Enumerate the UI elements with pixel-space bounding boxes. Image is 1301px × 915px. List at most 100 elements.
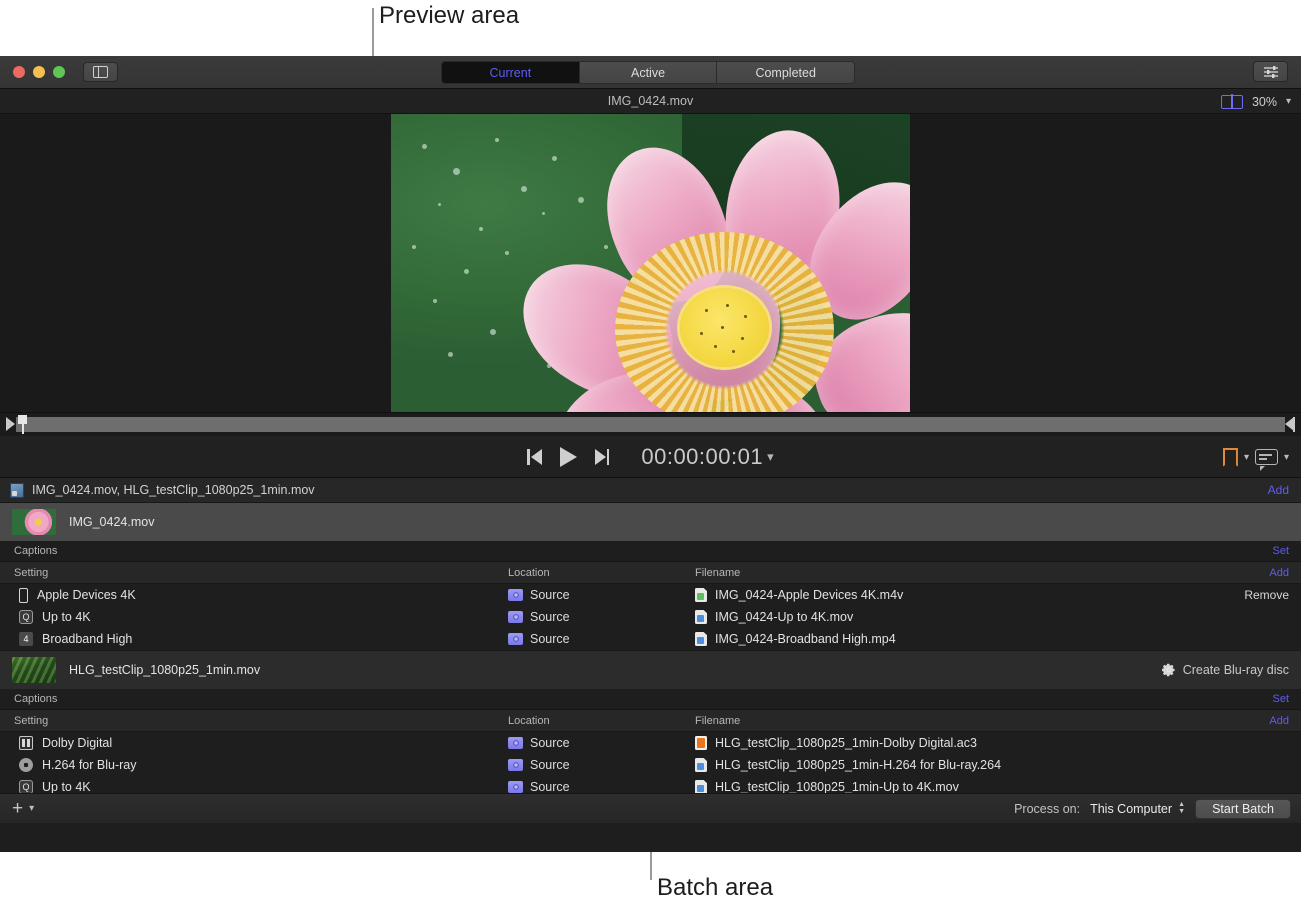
annotation-preview-area: Preview area (379, 2, 519, 30)
quicktime-icon: Q (19, 780, 33, 794)
process-on-value: This Computer (1090, 802, 1172, 816)
bluray-disc-icon (19, 758, 33, 772)
preview-zoom-controls: 30% ▾ (1221, 89, 1291, 114)
h264-icon: 4 (19, 632, 33, 646)
skip-previous-button[interactable] (527, 449, 542, 465)
marker-bookmark-icon[interactable] (1223, 448, 1238, 467)
add-file-button[interactable]: + ▾ (12, 799, 34, 818)
preview-flower-center (680, 288, 769, 367)
location-name: Source (530, 758, 570, 772)
captions-label: Captions (14, 693, 57, 705)
split-view-icon[interactable] (1221, 95, 1243, 109)
window-titlebar: Current Active Completed (0, 56, 1301, 89)
footer-right-controls: Process on: This Computer ▲▼ Start Batch (1014, 799, 1291, 819)
close-button[interactable] (13, 66, 25, 78)
source-folder-icon (508, 633, 523, 645)
settings-add-button[interactable]: Add (1269, 567, 1289, 579)
source-folder-icon (508, 611, 523, 623)
scrubber-start-handle[interactable] (6, 417, 16, 432)
zoom-level-value[interactable]: 30% (1252, 95, 1277, 109)
captions-set-button[interactable]: Set (1272, 545, 1289, 557)
chevron-down-icon[interactable]: ▾ (1244, 452, 1249, 463)
h264-file-icon (695, 758, 707, 772)
table-row[interactable]: 4 Broadband High Source IMG_0424-Broadba… (0, 628, 1301, 650)
preview-area (0, 114, 1301, 412)
chevron-down-icon[interactable]: ▾ (767, 449, 774, 465)
m4v-file-icon (695, 588, 707, 602)
preview-scrubber[interactable] (0, 412, 1301, 436)
updown-chevron-icon: ▲▼ (1178, 802, 1185, 815)
remove-button[interactable]: Remove (1244, 588, 1289, 602)
chevron-down-icon[interactable]: ▾ (1286, 96, 1291, 107)
dolby-digital-icon (19, 736, 33, 750)
skip-next-button[interactable] (595, 449, 610, 465)
job-name: IMG_0424.mov (69, 515, 154, 529)
batch-document-icon (10, 483, 24, 498)
column-setting: Setting (0, 715, 508, 727)
column-setting: Setting (0, 567, 508, 579)
skip-next-icon (595, 449, 606, 465)
setting-name: Up to 4K (42, 780, 91, 794)
zoom-button[interactable] (53, 66, 65, 78)
captions-set-button[interactable]: Set (1272, 693, 1289, 705)
create-bluray-disc-button[interactable]: Create Blu-ray disc (1162, 663, 1289, 677)
create-bluray-label: Create Blu-ray disc (1183, 663, 1289, 677)
batch-job-1: IMG_0424.mov Captions Set Setting Locati… (0, 503, 1301, 651)
table-row[interactable]: Q Up to 4K Source IMG_0424-Up to 4K.mov (0, 606, 1301, 628)
start-batch-button[interactable]: Start Batch (1195, 799, 1291, 819)
sidebar-toggle-button[interactable] (83, 62, 118, 82)
setting-name: Apple Devices 4K (37, 588, 136, 602)
output-filename: HLG_testClip_1080p25_1min-Up to 4K.mov (715, 780, 959, 794)
batch-job-2: HLG_testClip_1080p25_1min.mov Create Blu… (0, 651, 1301, 799)
job-header[interactable]: HLG_testClip_1080p25_1min.mov Create Blu… (0, 651, 1301, 689)
view-mode-tabs[interactable]: Current Active Completed (441, 61, 855, 84)
location-name: Source (530, 632, 570, 646)
batch-add-button[interactable]: Add (1268, 483, 1289, 497)
output-filename: HLG_testClip_1080p25_1min-H.264 for Blu-… (715, 758, 1001, 772)
preview-video (391, 114, 910, 412)
job-thumbnail (12, 657, 56, 683)
captions-row: Captions Set (0, 689, 1301, 710)
transport-controls: 00:00:00:01 ▾ ▾ ▾ (0, 436, 1301, 478)
scrubber-track[interactable] (16, 417, 1285, 432)
process-on-select[interactable]: This Computer ▲▼ (1090, 802, 1185, 816)
captions-label: Captions (14, 545, 57, 557)
preview-filename: IMG_0424.mov (608, 94, 693, 108)
settings-add-button[interactable]: Add (1269, 715, 1289, 727)
play-icon (560, 447, 577, 467)
source-folder-icon (508, 781, 523, 793)
source-folder-icon (508, 737, 523, 749)
skip-previous-icon (527, 449, 530, 465)
scrubber-playhead[interactable] (18, 415, 27, 434)
chevron-down-icon[interactable]: ▾ (1284, 452, 1289, 463)
setting-name: H.264 for Blu-ray (42, 758, 136, 772)
tab-active[interactable]: Active (580, 62, 718, 83)
mov-file-icon (695, 610, 707, 624)
source-folder-icon (508, 759, 523, 771)
scrubber-end-handle[interactable] (1285, 417, 1295, 432)
mov-file-icon (695, 780, 707, 794)
settings-column-header: Setting Location Filename Add (0, 562, 1301, 584)
preview-lotus-flower (495, 138, 910, 412)
job-header[interactable]: IMG_0424.mov (0, 503, 1301, 541)
mp4-file-icon (695, 632, 707, 646)
table-row[interactable]: Dolby Digital Source HLG_testClip_1080p2… (0, 732, 1301, 754)
caption-balloon-icon[interactable] (1255, 449, 1278, 465)
setting-name: Up to 4K (42, 610, 91, 624)
window-traffic-lights (13, 66, 65, 78)
inspector-toggle-button[interactable] (1253, 61, 1288, 82)
tab-current[interactable]: Current (442, 62, 580, 83)
table-row[interactable]: Apple Devices 4K Source IMG_0424-Apple D… (0, 584, 1301, 606)
ac3-file-icon (695, 736, 707, 750)
minimize-button[interactable] (33, 66, 45, 78)
output-filename: IMG_0424-Up to 4K.mov (715, 610, 853, 624)
timecode-display[interactable]: 00:00:00:01 ▾ (641, 444, 773, 470)
play-button[interactable] (560, 447, 577, 467)
gear-icon (1162, 663, 1176, 677)
table-row[interactable]: H.264 for Blu-ray Source HLG_testClip_10… (0, 754, 1301, 776)
chevron-down-icon[interactable]: ▾ (29, 803, 34, 814)
batch-footer: + ▾ Process on: This Computer ▲▼ Start B… (0, 793, 1301, 823)
process-on-label: Process on: (1014, 802, 1080, 816)
location-name: Source (530, 588, 570, 602)
tab-completed[interactable]: Completed (717, 62, 854, 83)
